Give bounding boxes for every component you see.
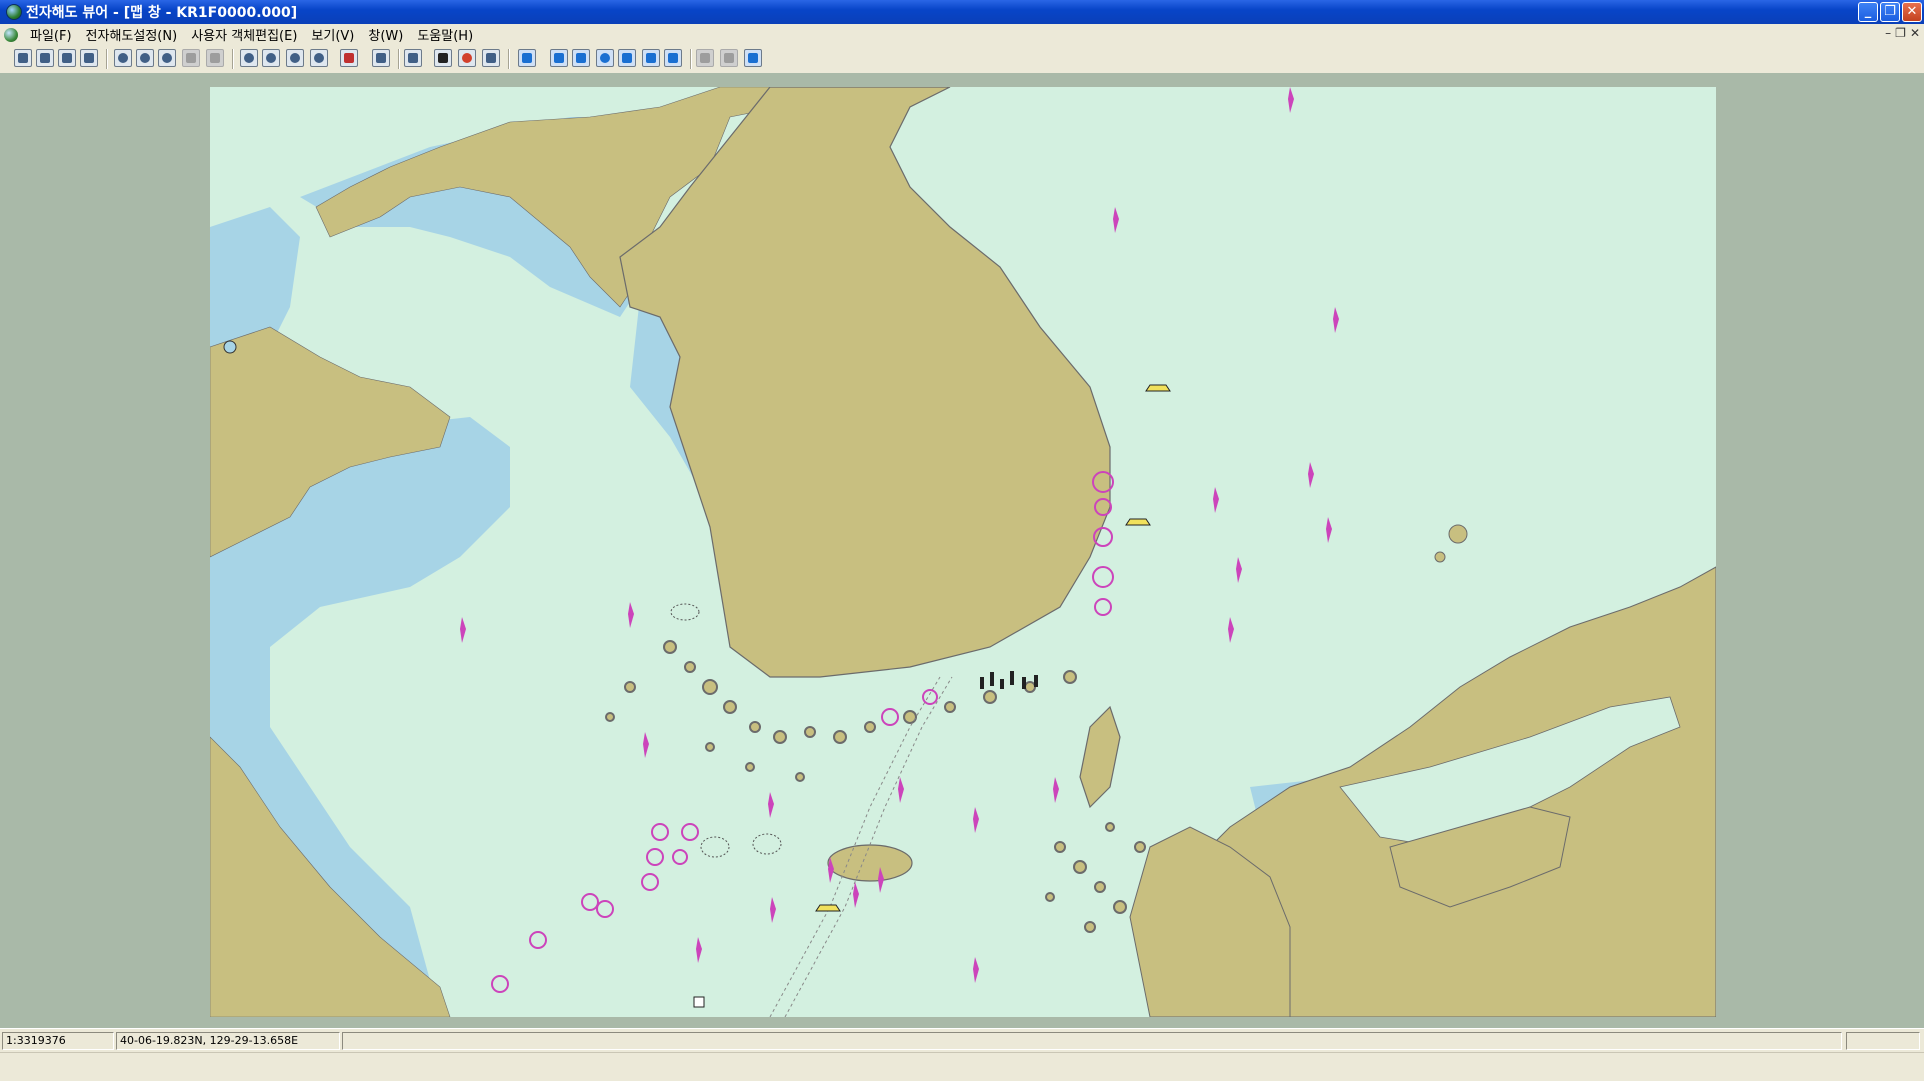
database-icon[interactable] [482,49,500,67]
zoom-fit-icon[interactable] [310,49,328,67]
mdi-controls: – ❐ ✕ [1885,26,1920,40]
menu-view[interactable]: 보기(V) [305,25,360,44]
mdi-minimize-button[interactable]: – [1885,26,1891,40]
route-icon[interactable] [744,49,762,67]
window-title: 전자해도 뷰어 - [맵 창 - KR1F0000.000] [26,5,298,21]
status-message-panel [342,1032,1842,1050]
disabled-icon [696,49,714,67]
window-controls: _ ❐ ✕ [1858,2,1922,22]
toolbar-separator [690,49,692,69]
zoom-out-icon[interactable] [262,49,280,67]
bottom-strip [0,1052,1924,1081]
menu-user-object-edit[interactable]: 사용자 객체편집(E) [185,25,303,44]
toolbar-separator [232,49,234,69]
land-ulleungdo [1448,524,1468,544]
measure-icon[interactable] [404,49,422,67]
toolbar [0,45,1924,74]
zoom-window-icon[interactable] [286,49,304,67]
status-extra-panel [1846,1032,1920,1050]
menu-file[interactable]: 파일(F) [24,25,78,44]
disabled-icon [182,49,200,67]
binoculars-icon[interactable] [434,49,452,67]
print-preview-icon[interactable] [80,49,98,67]
menu-help[interactable]: 도움말(H) [411,25,479,44]
circle-marker [223,340,237,354]
menu-window[interactable]: 창(W) [362,25,409,44]
document-globe-icon[interactable] [4,27,18,42]
info-icon[interactable] [340,49,358,67]
open-file-icon[interactable] [36,49,54,67]
land-islet [1434,551,1446,563]
mdi-restore-button[interactable]: ❐ [1895,26,1906,40]
save-icon[interactable] [58,49,76,67]
position-marker[interactable] [693,996,705,1008]
toolbar-separator [106,49,108,69]
close-button[interactable]: ✕ [1902,2,1922,22]
layer-icon[interactable] [136,49,154,67]
select-polygon-icon[interactable] [664,49,682,67]
disabled-icon [720,49,738,67]
select-area-icon[interactable] [550,49,568,67]
menu-bar: 파일(F) 전자해도설정(N) 사용자 객체편집(E) 보기(V) 창(W) 도… [0,24,1924,45]
palette-icon[interactable] [458,49,476,67]
layer-icon[interactable] [158,49,176,67]
maximize-button[interactable]: ❐ [1880,2,1900,22]
toolbar-separator [508,49,510,69]
window-icon[interactable] [372,49,390,67]
toolbar-separator [398,49,400,69]
map-window [0,73,1924,1028]
minimize-button[interactable]: _ [1858,2,1878,22]
land-jeju [827,844,913,882]
open-folder-icon[interactable] [14,49,32,67]
status-bar: 1:3319376 (X0.452) 40-06-19.823N, 129-29… [0,1028,1924,1063]
coordinate-readout: 40-06-19.823N, 129-29-13.658E [116,1032,340,1050]
scale-readout: 1:3319376 (X0.452) [2,1032,114,1063]
menu-chart-settings[interactable]: 전자해도설정(N) [80,25,184,44]
select-rect-icon[interactable] [572,49,590,67]
nautical-chart[interactable] [210,87,1716,1017]
mdi-close-button[interactable]: ✕ [1910,26,1920,40]
pointer-icon[interactable] [518,49,536,67]
layer-icon[interactable] [114,49,132,67]
title-bar: 전자해도 뷰어 - [맵 창 - KR1F0000.000] _ ❐ ✕ [0,0,1924,24]
zoom-in-icon[interactable] [240,49,258,67]
select-point-icon[interactable] [618,49,636,67]
select-line-icon[interactable] [642,49,660,67]
select-circle-icon[interactable] [596,49,614,67]
disabled-icon [206,49,224,67]
app-globe-icon [6,4,22,20]
